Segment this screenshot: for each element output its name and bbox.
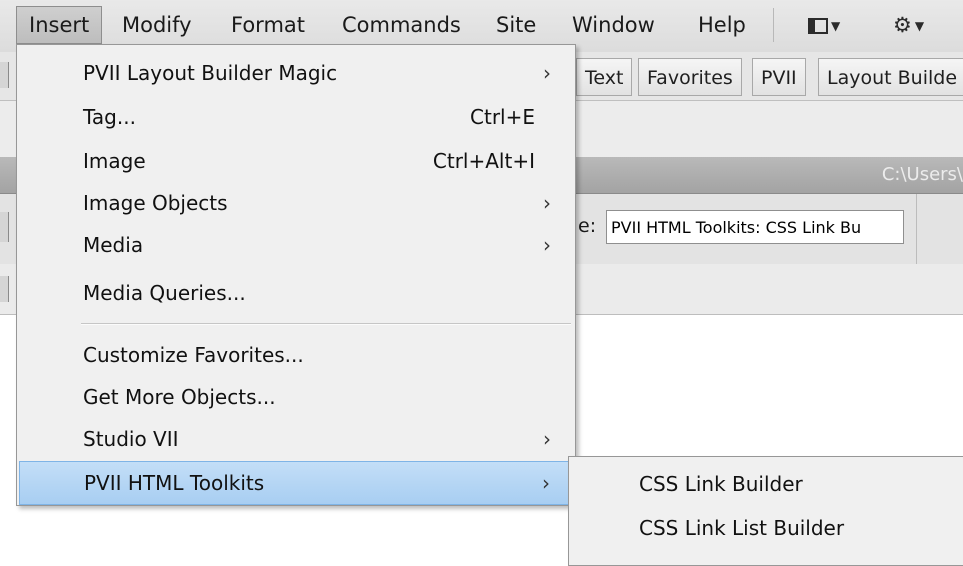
menu-item-pvii-layout-builder-magic[interactable]: PVII Layout Builder Magic › [19,51,573,95]
menu-insert[interactable]: Insert [16,6,103,44]
menu-item-label: Media [83,233,144,257]
menu-item-media[interactable]: Media › [19,223,573,267]
title-label: e: [578,215,597,237]
submenu-arrow-icon: › [542,471,550,495]
submenu-arrow-icon: › [543,191,551,215]
menu-item-media-queries[interactable]: Media Queries... [19,271,573,315]
menu-item-label: Tag... [83,105,136,129]
menu-window[interactable]: Window [560,6,667,44]
menu-commands[interactable]: Commands [330,6,473,44]
menu-item-label: Studio VII [83,427,179,451]
menu-item-image-objects[interactable]: Image Objects › [19,181,573,225]
caret-down-icon: ▼ [831,19,841,33]
menu-site[interactable]: Site [484,6,548,44]
pvii-html-toolkits-submenu: CSS Link Builder CSS Link List Builder [568,456,963,566]
submenu-arrow-icon: › [543,61,551,85]
caret-down-icon: ▼ [914,19,925,33]
menu-item-label: Image [83,149,146,173]
insert-tab-favorites[interactable]: Favorites [638,58,742,96]
menu-modify[interactable]: Modify [110,6,204,44]
document-title-input[interactable] [606,210,904,244]
menu-item-label: Get More Objects... [83,385,276,409]
menu-item-customize-favorites[interactable]: Customize Favorites... [19,333,573,377]
settings-button[interactable]: ⚙ ▼ [893,8,924,42]
insert-tab-text[interactable]: Text [576,58,633,96]
gear-icon: ⚙ [893,13,912,37]
menubar-separator [773,8,774,42]
submenu-arrow-icon: › [543,233,551,257]
submenu-arrow-icon: › [543,427,551,451]
menu-item-label: Customize Favorites... [83,343,304,367]
toolbar-divider [916,194,917,264]
menu-item-label: PVII HTML Toolkits [84,471,265,495]
menu-separator [81,323,571,325]
menu-item-label: PVII Layout Builder Magic [83,61,338,85]
menu-item-image[interactable]: Image Ctrl+Alt+I [19,139,573,183]
menu-item-shortcut: Ctrl+E [470,105,535,129]
layout-switcher-button[interactable]: ▼ [808,8,840,42]
insert-dropdown-menu: PVII Layout Builder Magic › Tag... Ctrl+… [16,44,576,506]
document-path: C:\Users\ [881,164,963,185]
menu-item-studio-vii[interactable]: Studio VII › [19,417,573,461]
left-panel-edge-2 [0,212,9,242]
menu-item-get-more-objects[interactable]: Get More Objects... [19,375,573,419]
insert-tab-layout-builder[interactable]: Layout Builde [818,58,963,96]
insert-tab-pvii[interactable]: PVII [752,58,806,96]
left-panel-edge-3 [0,276,9,302]
menu-item-label: Image Objects [83,191,228,215]
left-panel-edge-1 [0,62,9,88]
menu-item-shortcut: Ctrl+Alt+I [432,149,535,173]
menu-help[interactable]: Help [686,6,758,44]
menu-item-label: Media Queries... [83,281,246,305]
menu-item-tag[interactable]: Tag... Ctrl+E [19,95,573,139]
menu-format[interactable]: Format [219,6,317,44]
menu-item-pvii-html-toolkits[interactable]: PVII HTML Toolkits › [19,461,573,505]
submenu-item-css-link-list-builder[interactable]: CSS Link List Builder [639,505,844,551]
layout-icon [808,18,828,34]
submenu-item-css-link-builder[interactable]: CSS Link Builder [639,461,803,507]
